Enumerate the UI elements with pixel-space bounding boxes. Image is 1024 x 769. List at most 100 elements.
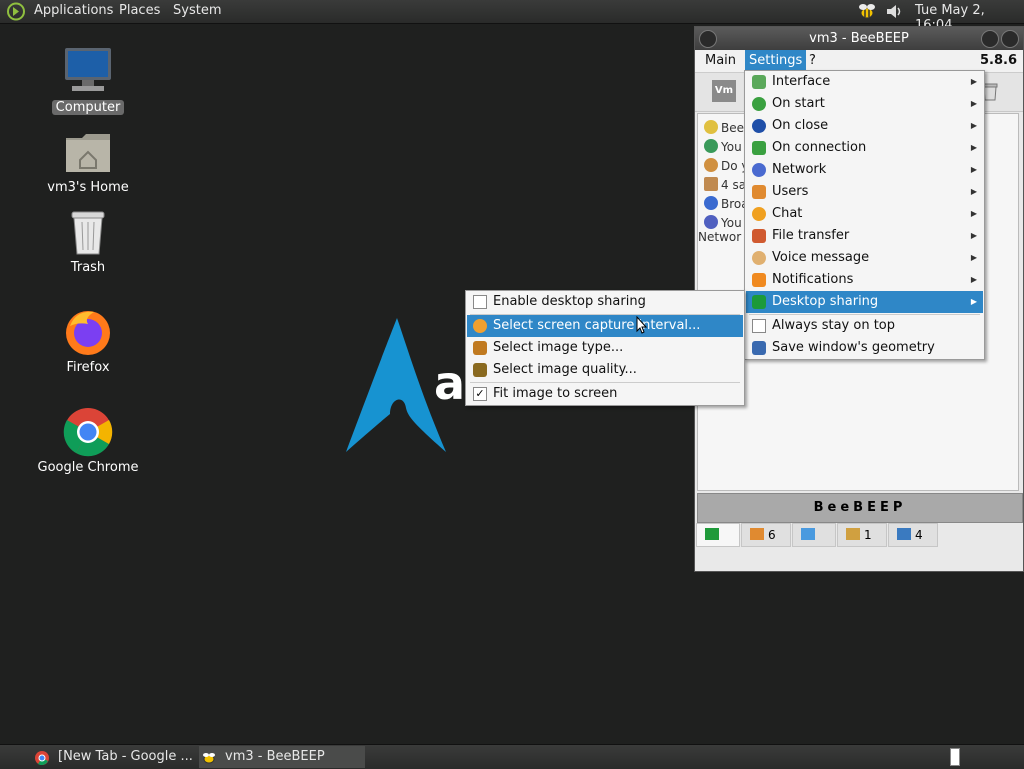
bell-icon xyxy=(752,273,766,287)
always-on-top-checkbox[interactable] xyxy=(752,319,766,333)
tab-chats[interactable] xyxy=(792,523,836,547)
taskbar-item-chrome[interactable]: [New Tab - Google ... xyxy=(32,746,193,768)
enable-sharing-checkbox[interactable] xyxy=(473,295,487,309)
connection-icon xyxy=(752,141,766,155)
submenu-arrow-icon: ▶ xyxy=(970,297,977,306)
desktop-icon-trash[interactable]: Trash xyxy=(28,206,148,275)
tab-chat[interactable] xyxy=(696,523,740,547)
submenu-arrow-icon: ▶ xyxy=(970,121,977,130)
banner-text: BeeBEEP xyxy=(813,500,907,515)
menu-item-chat[interactable]: Chat ▶ xyxy=(746,203,983,225)
file-transfer-icon xyxy=(752,229,766,243)
chat-row: Networ xyxy=(698,230,742,244)
menu-item-on-start[interactable]: On start ▶ xyxy=(746,93,983,115)
desktop-icon-label: Firefox xyxy=(66,360,110,375)
chrome-icon xyxy=(35,751,49,766)
interface-icon xyxy=(752,75,766,89)
note-icon xyxy=(704,177,718,191)
chrome-icon xyxy=(62,406,114,458)
desktop-icon-chrome[interactable]: Google Chrome xyxy=(28,406,148,475)
menu-item-interface[interactable]: Interface ▶ xyxy=(746,71,983,93)
task-title: vm3 - BeeBEEP xyxy=(225,749,325,764)
vm-button[interactable]: Vm xyxy=(712,80,736,102)
broadcast-icon xyxy=(704,196,718,210)
beebeep-tray-icon[interactable] xyxy=(856,1,878,21)
wallpaper-text: a xyxy=(434,356,467,410)
tab-users[interactable]: 6 xyxy=(741,523,791,547)
info-icon xyxy=(704,158,718,172)
chat-icon xyxy=(752,207,766,221)
shares-icon xyxy=(897,528,911,540)
distro-logo-icon[interactable] xyxy=(6,2,26,21)
start-icon xyxy=(752,97,766,111)
save-geometry-icon xyxy=(752,341,766,355)
status-icon xyxy=(704,139,718,153)
desktop-icon xyxy=(752,295,766,309)
mouse-cursor xyxy=(636,316,648,334)
menu-main[interactable]: Main xyxy=(705,53,736,68)
desktop-icon-firefox[interactable]: Firefox xyxy=(28,306,148,375)
menu-item-save-geometry[interactable]: Save window's geometry xyxy=(746,337,983,359)
desktop-icon-computer[interactable]: Computer xyxy=(28,46,148,115)
window-menu-button[interactable] xyxy=(699,30,717,48)
menu-item-notifications[interactable]: Notifications ▶ xyxy=(746,269,983,291)
menu-settings[interactable]: Settings xyxy=(745,50,807,72)
beebeep-banner: BeeBEEP xyxy=(697,493,1023,523)
computer-icon xyxy=(62,46,114,98)
menu-item-users[interactable]: Users ▶ xyxy=(746,181,983,203)
desktop-icon-label: vm3's Home xyxy=(47,180,129,195)
desktop-icon-home[interactable]: vm3's Home xyxy=(28,126,148,195)
home-folder-icon xyxy=(62,126,114,178)
fit-to-screen-checkbox[interactable]: ✓ xyxy=(473,387,487,401)
menu-item-network[interactable]: Network ▶ xyxy=(746,159,983,181)
volume-icon[interactable] xyxy=(884,2,904,21)
menu-item-capture-interval[interactable]: Select screen capture interval... xyxy=(467,315,743,337)
chat-row: You xyxy=(704,215,742,230)
settings-menu: Interface ▶ On start ▶ On close ▶ On connec… xyxy=(744,70,985,360)
menu-item-image-type[interactable]: Select image type... xyxy=(467,337,743,359)
menu-item-always-on-top[interactable]: Always stay on top xyxy=(746,315,983,337)
submenu-arrow-icon: ▶ xyxy=(970,99,977,108)
tab-shares[interactable]: 4 xyxy=(888,523,938,547)
menu-item-image-quality[interactable]: Select image quality... xyxy=(467,359,743,381)
system-menu[interactable]: System xyxy=(173,3,221,18)
window-titlebar[interactable]: vm3 - BeeBEEP xyxy=(695,27,1023,50)
menu-item-on-connection[interactable]: On connection ▶ xyxy=(746,137,983,159)
menu-item-voice-message[interactable]: Voice message ▶ xyxy=(746,247,983,269)
minimize-button[interactable] xyxy=(981,30,999,48)
top-panel: Applications Places System Tue May 2, 16… xyxy=(0,0,1024,33)
menu-item-file-transfer[interactable]: File transfer ▶ xyxy=(746,225,983,247)
submenu-arrow-icon: ▶ xyxy=(970,143,977,152)
users-icon xyxy=(752,185,766,199)
tab-groups[interactable]: 1 xyxy=(837,523,887,547)
submenu-arrow-icon: ▶ xyxy=(970,165,977,174)
version-label: 5.8.6 xyxy=(979,53,1017,68)
desktop-sharing-menu: Enable desktop sharing Select screen cap… xyxy=(465,290,745,406)
window-tabs: 6 1 4 xyxy=(695,523,1023,547)
menu-help[interactable]: ? xyxy=(809,53,816,68)
menu-item-on-close[interactable]: On close ▶ xyxy=(746,115,983,137)
places-menu[interactable]: Places xyxy=(119,3,160,18)
desktop-icon-label: Computer xyxy=(51,100,125,115)
desktop-icon-label: Trash xyxy=(70,260,106,275)
close-button[interactable] xyxy=(1001,30,1019,48)
workspace-switcher[interactable] xyxy=(950,748,960,766)
groups-icon xyxy=(846,528,860,540)
bee-icon xyxy=(704,120,718,134)
chat-tab-icon xyxy=(705,528,719,540)
network-icon xyxy=(752,163,766,177)
menu-item-desktop-sharing[interactable]: Desktop sharing ▶ xyxy=(746,291,983,313)
submenu-arrow-icon: ▶ xyxy=(970,231,977,240)
image-type-icon xyxy=(473,341,487,355)
submenu-arrow-icon: ▶ xyxy=(970,209,977,218)
menu-item-fit-to-screen[interactable]: ✓ Fit image to screen xyxy=(467,383,743,405)
chat-row: You xyxy=(704,139,742,154)
taskbar-item-beebeep[interactable]: vm3 - BeeBEEP xyxy=(199,746,365,768)
close-power-icon xyxy=(752,119,766,133)
chat-row: Bee xyxy=(704,120,744,135)
menu-item-enable-desktop-sharing[interactable]: Enable desktop sharing xyxy=(467,291,743,313)
applications-menu[interactable]: Applications xyxy=(34,3,113,18)
image-quality-icon xyxy=(473,363,487,377)
chat-row: Broa xyxy=(704,196,749,211)
trash-icon xyxy=(62,206,114,258)
